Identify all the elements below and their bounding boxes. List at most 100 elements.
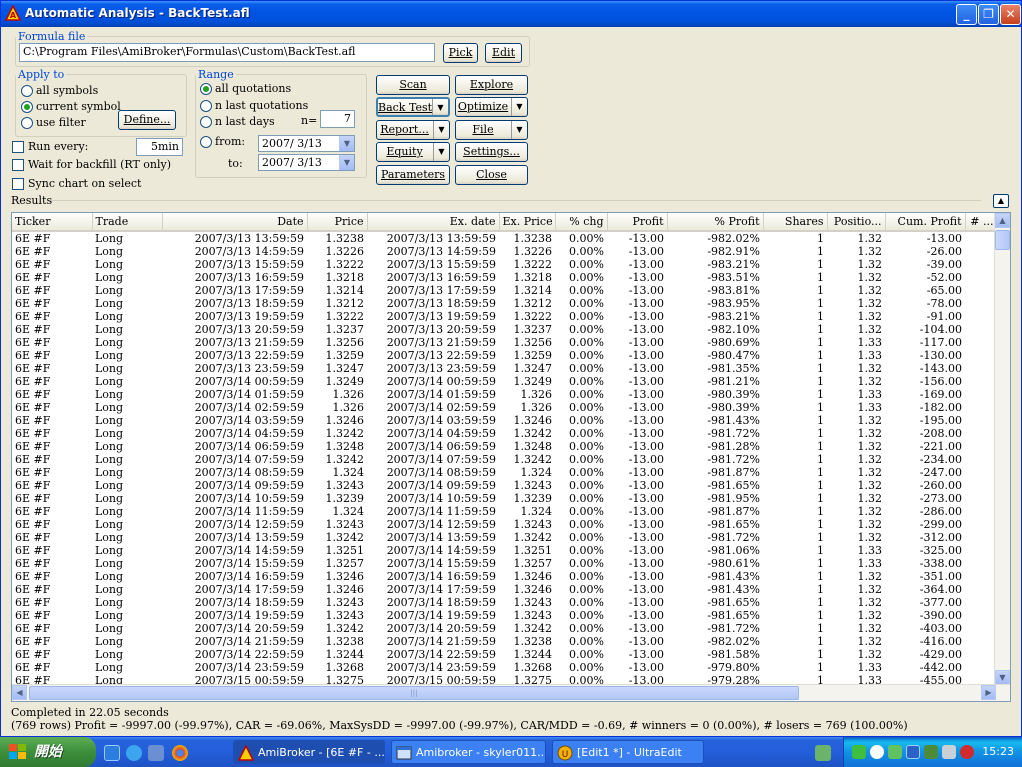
scroll-thumb[interactable] (995, 230, 1010, 250)
optimize-button[interactable]: Optimize ▼ (455, 97, 528, 117)
table-row[interactable]: 6E #F Long 2007/3/13 17:59:59 1.3214 2007/3/… (12, 284, 997, 297)
chevron-down-icon[interactable]: ▼ (339, 136, 354, 151)
chevron-down-icon[interactable]: ▼ (433, 121, 449, 139)
all-quotations-radio[interactable]: all quotations (200, 82, 291, 96)
table-row[interactable]: 6E #F Long 2007/3/14 21:59:59 1.3238 2007/3/… (12, 635, 997, 648)
chrome-icon[interactable] (172, 745, 188, 761)
table-row[interactable]: 6E #F Long 2007/3/14 06:59:59 1.3248 2007/3/… (12, 440, 997, 453)
column-header-pct-profit[interactable]: % Profit (667, 213, 764, 232)
scan-button[interactable]: Scan (376, 75, 450, 95)
table-row[interactable]: 6E #F Long 2007/3/13 19:59:59 1.3222 2007/3/… (12, 310, 997, 323)
column-header-date[interactable]: Date (162, 213, 308, 232)
horizontal-scrollbar[interactable]: ◀ ||| ▶ (12, 684, 1010, 701)
vertical-scrollbar[interactable]: ▲ ▼ (994, 213, 1010, 685)
media-player-icon[interactable] (148, 745, 164, 761)
use-filter-radio[interactable]: use filter (21, 116, 86, 130)
column-header-ticker[interactable]: Ticker (12, 213, 93, 232)
define-button[interactable]: Define... (118, 110, 176, 130)
table-row[interactable]: 6E #F Long 2007/3/13 16:59:59 1.3218 2007/3/… (12, 271, 997, 284)
chevron-down-icon[interactable]: ▼ (511, 121, 527, 139)
column-header-cum-profit[interactable]: Cum. Profit (885, 213, 966, 232)
column-header-price[interactable]: Price (307, 213, 368, 232)
table-row[interactable]: 6E #F Long 2007/3/14 03:59:59 1.3246 2007/3/… (12, 414, 997, 427)
task-ultraedit[interactable]: U [Edit1 *] - UltraEdit (552, 740, 704, 764)
scroll-left-icon[interactable]: ◀ (12, 685, 27, 700)
column-header-ex-price[interactable]: Ex. Price (499, 213, 556, 232)
show-desktop-icon[interactable] (104, 745, 120, 761)
file-button[interactable]: File ▼ (455, 120, 528, 140)
table-row[interactable]: 6E #F Long 2007/3/14 01:59:59 1.326 2007/3/1… (12, 388, 997, 401)
to-date-picker[interactable]: 2007/ 3/13 ▼ (258, 154, 355, 171)
n-last-quotations-radio[interactable]: n last quotations (200, 99, 308, 113)
security-shield-icon[interactable] (960, 745, 974, 759)
table-row[interactable]: 6E #F Long 2007/3/13 20:59:59 1.3237 2007/3/… (12, 323, 997, 336)
table-row[interactable]: 6E #F Long 2007/3/14 19:59:59 1.3243 2007/3/… (12, 609, 997, 622)
table-row[interactable]: 6E #F Long 2007/3/14 10:59:59 1.3239 2007/3/… (12, 492, 997, 505)
table-row[interactable]: 6E #F Long 2007/3/14 17:59:59 1.3246 2007/3/… (12, 583, 997, 596)
sync-chart-checkbox[interactable]: Sync chart on select (12, 177, 141, 191)
internet-explorer-icon[interactable] (126, 745, 142, 761)
table-row[interactable]: 6E #F Long 2007/3/13 22:59:59 1.3259 2007/3/… (12, 349, 997, 362)
pick-button[interactable]: Pick (443, 43, 478, 63)
parameters-button[interactable]: Parameters (376, 165, 450, 185)
column-header-bars[interactable]: # ... (965, 213, 998, 232)
n-value-field[interactable]: 7 (320, 110, 355, 128)
equity-button[interactable]: Equity ▼ (376, 142, 450, 162)
column-header-trade[interactable]: Trade (92, 213, 163, 232)
table-row[interactable]: 6E #F Long 2007/3/14 11:59:59 1.324 2007/3/1… (12, 505, 997, 518)
back-test-button[interactable]: Back Test ▼ (376, 97, 450, 117)
current-symbol-radio[interactable]: current symbol (21, 100, 121, 114)
formula-path-field[interactable]: C:\Program Files\AmiBroker\Formulas\Cust… (19, 43, 435, 62)
scroll-down-icon[interactable]: ▼ (995, 670, 1010, 685)
run-every-field[interactable]: 5min (136, 138, 183, 156)
table-row[interactable]: 6E #F Long 2007/3/14 08:59:59 1.324 2007/3/1… (12, 466, 997, 479)
column-header-pct-chg[interactable]: % chg (555, 213, 608, 232)
column-header-ex-date[interactable]: Ex. date (367, 213, 500, 232)
minimize-button[interactable]: _ (956, 4, 977, 25)
column-header-profit[interactable]: Profit (607, 213, 668, 232)
table-row[interactable]: 6E #F Long 2007/3/14 02:59:59 1.326 2007/3/1… (12, 401, 997, 414)
chevron-down-icon[interactable]: ▼ (511, 98, 527, 116)
table-row[interactable]: 6E #F Long 2007/3/14 18:59:59 1.3243 2007/3/… (12, 596, 997, 609)
explore-button[interactable]: Explore (455, 75, 528, 95)
from-date-picker[interactable]: 2007/ 3/13 ▼ (258, 135, 355, 152)
table-row[interactable]: 6E #F Long 2007/3/14 16:59:59 1.3246 2007/3/… (12, 570, 997, 583)
messenger-icon[interactable] (870, 745, 884, 759)
language-bar-icon[interactable] (815, 745, 831, 761)
table-row[interactable]: 6E #F Long 2007/3/13 15:59:59 1.3222 2007/3/… (12, 258, 997, 271)
settings-button[interactable]: Settings... (455, 142, 528, 162)
table-row[interactable]: 6E #F Long 2007/3/13 13:59:59 1.3238 2007/3/… (12, 231, 997, 245)
network-icon[interactable] (852, 745, 866, 759)
table-row[interactable]: 6E #F Long 2007/3/14 20:59:59 1.3242 2007/3/… (12, 622, 997, 635)
run-every-checkbox[interactable]: Run every: (12, 140, 88, 154)
table-row[interactable]: 6E #F Long 2007/3/14 23:59:59 1.3268 2007/3/… (12, 661, 997, 674)
app-tray-icon[interactable] (924, 745, 938, 759)
volume-icon[interactable] (942, 745, 956, 759)
column-header-position[interactable]: Positio... (827, 213, 886, 232)
table-row[interactable]: 6E #F Long 2007/3/13 18:59:59 1.3212 2007/3/… (12, 297, 997, 310)
table-row[interactable]: 6E #F Long 2007/3/14 07:59:59 1.3242 2007/3/… (12, 453, 997, 466)
chat-icon[interactable] (888, 745, 902, 759)
table-row[interactable]: 6E #F Long 2007/3/14 00:59:59 1.3249 2007/3/… (12, 375, 997, 388)
table-row[interactable]: 6E #F Long 2007/3/14 22:59:59 1.3244 2007/3/… (12, 648, 997, 661)
close-window-button[interactable]: ✕ (1000, 4, 1021, 25)
table-row[interactable]: 6E #F Long 2007/3/14 04:59:59 1.3242 2007/3/… (12, 427, 997, 440)
collapse-icon[interactable]: ▲ (993, 194, 1009, 208)
wait-backfill-checkbox[interactable]: Wait for backfill (RT only) (12, 158, 171, 172)
close-button[interactable]: Close (455, 165, 528, 185)
table-row[interactable]: 6E #F Long 2007/3/13 14:59:59 1.3226 2007/3/… (12, 245, 997, 258)
scroll-right-icon[interactable]: ▶ (981, 685, 996, 700)
all-symbols-radio[interactable]: all symbols (21, 84, 98, 98)
edit-button[interactable]: Edit (485, 43, 522, 63)
scroll-up-icon[interactable]: ▲ (995, 213, 1010, 228)
n-last-days-radio[interactable]: n last days (200, 115, 275, 129)
start-button[interactable]: 開始 (0, 737, 96, 767)
table-row[interactable]: 6E #F Long 2007/3/13 23:59:59 1.3247 2007/3/… (12, 362, 997, 375)
display-icon[interactable] (906, 745, 920, 759)
scroll-thumb[interactable]: ||| (29, 686, 799, 700)
table-row[interactable]: 6E #F Long 2007/3/14 15:59:59 1.3257 2007/3/… (12, 557, 997, 570)
report-button[interactable]: Report... ▼ (376, 120, 450, 140)
table-row[interactable]: 6E #F Long 2007/3/13 21:59:59 1.3256 2007/3/… (12, 336, 997, 349)
table-row[interactable]: 6E #F Long 2007/3/14 14:59:59 1.3251 2007/3/… (12, 544, 997, 557)
task-amibroker[interactable]: AmiBroker - [6E #F - ... (233, 740, 385, 764)
